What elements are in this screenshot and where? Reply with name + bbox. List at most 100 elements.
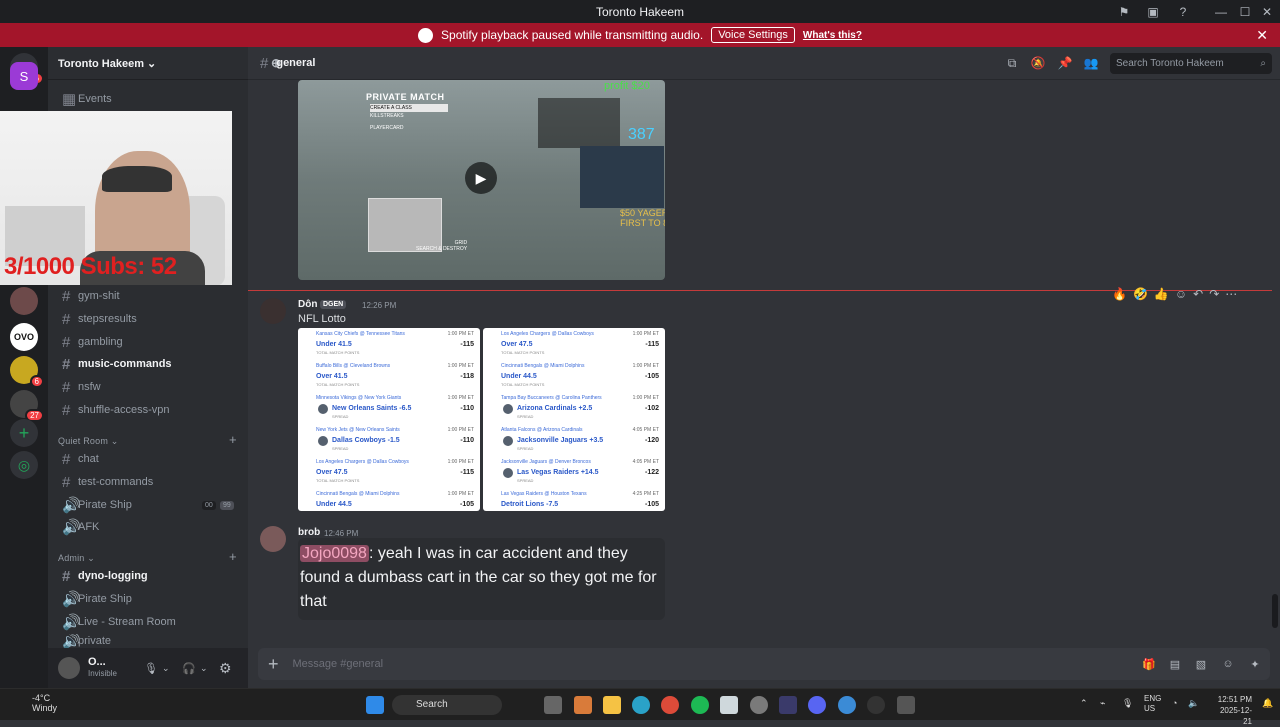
chevron-down-icon[interactable]: ⌄ xyxy=(200,663,208,674)
close-icon[interactable]: ✕ xyxy=(1256,27,1268,44)
message-author[interactable]: brob xyxy=(298,527,320,538)
more-icon[interactable]: ⋯ xyxy=(1225,287,1237,307)
fire-reaction-icon[interactable]: 🔥 xyxy=(1112,287,1127,307)
file-explorer-icon[interactable] xyxy=(603,696,621,714)
server-icon-c[interactable]: 27 xyxy=(10,390,44,422)
channel-gambling[interactable]: # gambling xyxy=(54,331,240,353)
voice-pirate-ship-admin[interactable]: 🔊 Pirate Ship xyxy=(54,588,240,610)
notepad-icon[interactable] xyxy=(720,696,738,714)
avatar[interactable] xyxy=(260,526,286,552)
play-icon[interactable]: ▶ xyxy=(465,162,497,194)
settings-taskbar-icon[interactable] xyxy=(750,696,768,714)
message-author[interactable]: Dôn xyxy=(298,299,317,310)
apps-icon[interactable]: ✦ xyxy=(1248,658,1262,672)
server-icon-a[interactable] xyxy=(10,287,38,315)
spotify-taskbar-icon[interactable] xyxy=(691,696,709,714)
add-channel-icon[interactable]: + xyxy=(229,549,237,564)
hash-icon: # xyxy=(62,401,71,419)
voice-afk[interactable]: 🔊 AFK xyxy=(54,516,240,538)
edge-icon[interactable] xyxy=(632,696,650,714)
channel-shuffle-access-vpn[interactable]: # shuffle-access-vpn xyxy=(54,399,240,421)
chevron-down-icon[interactable]: ⌄ xyxy=(162,663,170,674)
threads-icon[interactable]: ⧉ xyxy=(1004,56,1020,72)
channel-label: Pirate Ship xyxy=(78,499,132,511)
chevron-up-icon[interactable]: ⌃ xyxy=(1080,698,1088,709)
mention[interactable]: Jojo0098 xyxy=(300,545,369,562)
guild-header[interactable]: Toronto Hakeem ⌄ ⊕ xyxy=(48,47,281,80)
reply-icon[interactable]: ↶ xyxy=(1193,287,1203,307)
start-icon[interactable] xyxy=(366,696,384,714)
category-admin[interactable]: Admin ⌄ xyxy=(58,553,95,564)
voice-settings-button[interactable]: Voice Settings xyxy=(711,27,795,43)
server-icon-s[interactable]: S xyxy=(10,62,38,90)
maximize-button[interactable]: ☐ xyxy=(1238,0,1252,23)
clock[interactable]: 12:51 PM 2025-12-21 xyxy=(1212,694,1252,727)
app-icon[interactable] xyxy=(779,696,797,714)
add-attachment-icon[interactable]: + xyxy=(268,654,279,675)
chrome-icon[interactable] xyxy=(661,696,679,714)
help-icon[interactable]: ? xyxy=(1176,0,1190,23)
language-indicator[interactable]: ENG US xyxy=(1144,694,1161,714)
headphones-icon[interactable]: 🎧 xyxy=(182,662,196,675)
channel-music-commands[interactable]: # music-commands xyxy=(54,353,240,375)
server-icon-ovo[interactable]: OVO xyxy=(10,323,38,351)
add-server-icon[interactable]: + xyxy=(10,419,38,447)
obs-icon[interactable] xyxy=(867,696,885,714)
bet-slip-left[interactable]: Kansas City Chiefs @ Tennessee Titans 1:0… xyxy=(298,328,480,511)
channel-nsfw[interactable]: # nsfw xyxy=(54,376,240,398)
message-composer[interactable]: + Message #general 🎁 ▤ ▧ ☺ ✦ xyxy=(258,648,1270,680)
voice-pirate-ship[interactable]: 🔊 Pirate Ship 00 99 xyxy=(54,494,240,516)
thumbs-up-reaction-icon[interactable]: 👍 xyxy=(1154,287,1169,307)
avatar[interactable] xyxy=(58,657,80,679)
inbox-icon[interactable]: ⚑ xyxy=(1117,0,1131,23)
add-channel-icon[interactable]: + xyxy=(229,432,237,447)
minimize-button[interactable]: — xyxy=(1214,0,1228,23)
network-icon[interactable]: ⌁ xyxy=(1100,698,1105,709)
weather-widget[interactable]: -4°C Windy xyxy=(12,693,57,713)
channel-chat[interactable]: # chat xyxy=(54,448,240,470)
microphone-icon[interactable]: 🎙 xyxy=(144,662,158,675)
wifi-icon[interactable]: ◔ xyxy=(1172,698,1177,708)
avatar[interactable] xyxy=(260,298,286,324)
discover-icon[interactable]: ◎ xyxy=(10,451,38,479)
team-logo-icon xyxy=(503,404,513,414)
copilot-icon[interactable] xyxy=(574,696,592,714)
snipping-icon[interactable] xyxy=(897,696,915,714)
video-embed[interactable]: PRIVATE MATCH CREATE A CLASS KILLSTREAKS… xyxy=(298,80,665,280)
whats-this-link[interactable]: What's this? xyxy=(803,30,862,41)
channel-stepsresults[interactable]: # stepsresults xyxy=(54,308,240,330)
events-item[interactable]: ▦ Events xyxy=(54,88,240,110)
search-input[interactable]: Search Toronto Hakeem ⌕ xyxy=(1110,53,1272,74)
channel-dyno-logging[interactable]: # dyno-logging xyxy=(54,565,240,587)
gear-icon[interactable]: ⚙ xyxy=(219,660,232,677)
channel-test-commands[interactable]: # test-commands xyxy=(54,471,240,493)
emoji-icon[interactable]: ☺ xyxy=(1221,658,1235,672)
voice-live-stream-room[interactable]: 🔊 Live - Stream Room xyxy=(54,611,240,633)
discord-taskbar-icon[interactable] xyxy=(808,696,826,714)
pin-icon[interactable]: 📌 xyxy=(1057,56,1073,72)
taskbar-search[interactable]: Search xyxy=(392,695,502,715)
forward-icon[interactable]: ↷ xyxy=(1209,287,1219,307)
screen-icon[interactable]: ▣ xyxy=(1146,0,1160,23)
category-quiet-room[interactable]: Quiet Room ⌄ xyxy=(58,436,118,447)
sticker-icon[interactable]: ▧ xyxy=(1194,658,1208,672)
add-reaction-icon[interactable]: ☺ xyxy=(1175,287,1187,307)
scrollbar[interactable] xyxy=(1272,594,1278,628)
mic-tray-icon[interactable]: 🎙 xyxy=(1122,698,1133,709)
gif-icon[interactable]: ▤ xyxy=(1168,658,1182,672)
server-icon-b[interactable]: 6 xyxy=(10,356,44,388)
channel-gym-shit[interactable]: # gym-shit xyxy=(54,285,240,307)
gift-icon[interactable]: 🎁 xyxy=(1142,658,1156,672)
channel-private[interactable]: 🔊 private xyxy=(54,634,240,648)
task-view-icon[interactable] xyxy=(544,696,562,714)
notification-icon[interactable]: 🔔 xyxy=(1262,698,1273,709)
volume-icon[interactable]: 🔈 xyxy=(1188,698,1199,709)
members-icon[interactable]: 👥 xyxy=(1083,56,1099,72)
mute-bell-icon[interactable]: 🔕 xyxy=(1030,56,1046,72)
close-window-button[interactable]: ✕ xyxy=(1260,0,1274,23)
bet-slip-right[interactable]: Los Angeles Chargers @ Dallas Cowboys 1:0… xyxy=(483,328,665,511)
video-title: PRIVATE MATCH xyxy=(366,92,445,102)
telegram-icon[interactable] xyxy=(838,696,856,714)
bet-odds: -105 xyxy=(644,501,659,508)
laugh-reaction-icon[interactable]: 🤣 xyxy=(1133,287,1148,307)
